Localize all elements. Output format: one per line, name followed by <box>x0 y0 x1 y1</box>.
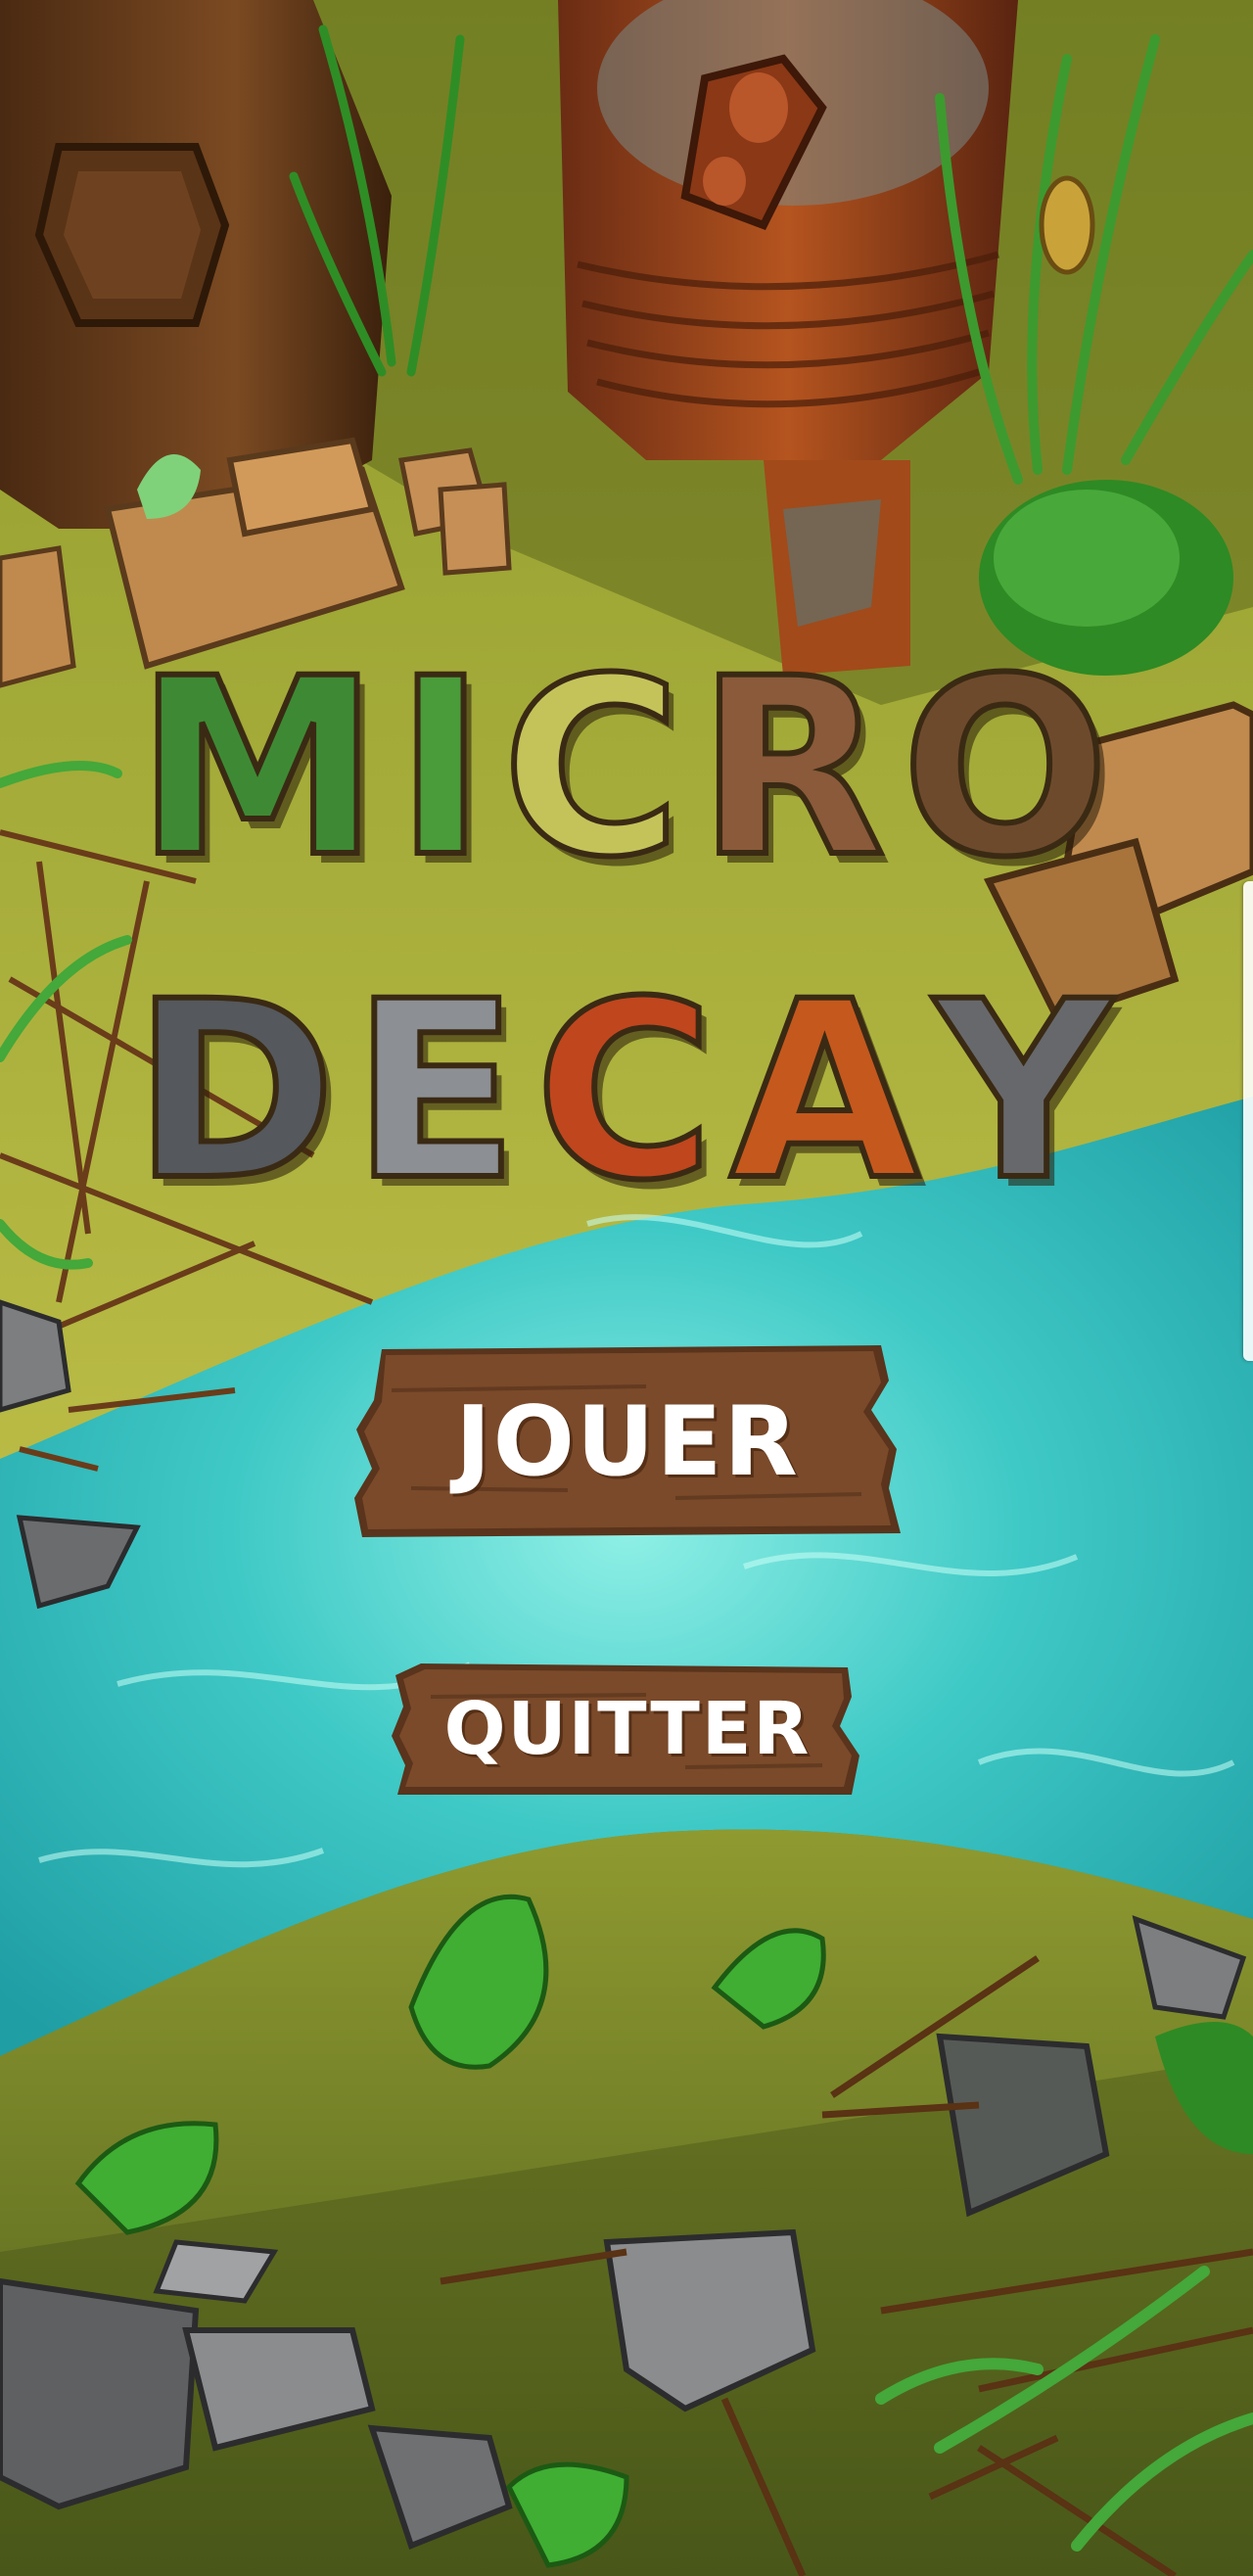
title-letter-c2: C <box>532 949 722 1234</box>
title-letter-m: M <box>133 626 388 911</box>
title-letter-i: I <box>393 626 494 911</box>
game-background-scene <box>0 0 1253 2576</box>
title-letter-e: E <box>348 949 528 1234</box>
title-letter-d: D <box>130 949 345 1234</box>
play-button[interactable]: JOUER <box>352 1341 903 1542</box>
title-letter-o: O <box>899 626 1118 911</box>
play-button-label: JOUER <box>455 1385 800 1498</box>
edge-panel-handle[interactable] <box>1243 881 1253 1361</box>
title-letter-y: Y <box>932 949 1121 1234</box>
game-title-line-1: MICRO <box>0 626 1253 911</box>
title-letter-c: C <box>499 626 690 911</box>
title-letter-a: A <box>727 949 928 1234</box>
game-title-line-2: DECAY <box>0 949 1253 1234</box>
title-letter-r: R <box>694 626 894 911</box>
quit-button-label: QUITTER <box>443 1687 812 1771</box>
quit-button[interactable]: QUITTER <box>392 1658 863 1801</box>
